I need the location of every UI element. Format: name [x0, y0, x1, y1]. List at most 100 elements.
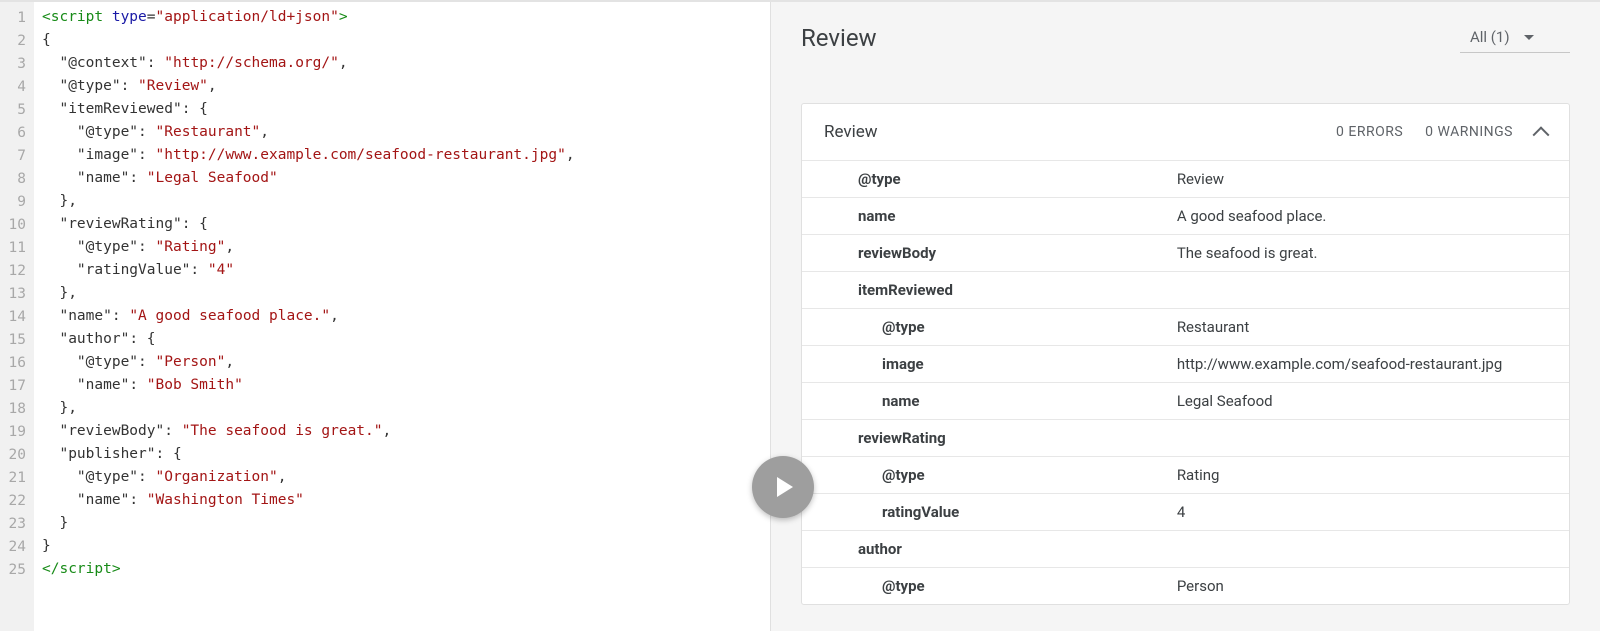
line-number: 24 — [0, 535, 34, 558]
line-number: 6 — [0, 121, 34, 144]
table-row[interactable]: @typeRestaurant — [802, 309, 1569, 346]
code-line: "@type": "Person", — [42, 351, 770, 374]
line-number: 8 — [0, 167, 34, 190]
code-line: "@context": "http://schema.org/", — [42, 52, 770, 75]
line-number-gutter: 1234567891011121314151617181920212223242… — [0, 2, 34, 631]
line-number: 20 — [0, 443, 34, 466]
line-number: 15 — [0, 328, 34, 351]
results-pane: Review All (1) Review 0 ERRORS 0 WARNING… — [770, 2, 1600, 631]
prop-value: Legal Seafood — [1155, 383, 1569, 420]
code-line: <script type="application/ld+json"> — [42, 6, 770, 29]
code-line: "name": "Washington Times" — [42, 489, 770, 512]
prop-value: Person — [1155, 568, 1569, 605]
line-number: 1 — [0, 6, 34, 29]
prop-value: A good seafood place. — [1155, 198, 1569, 235]
code-line: } — [42, 512, 770, 535]
line-number: 3 — [0, 52, 34, 75]
line-number: 13 — [0, 282, 34, 305]
code-line: "name": "A good seafood place.", — [42, 305, 770, 328]
code-line: "publisher": { — [42, 443, 770, 466]
card-title: Review — [824, 122, 878, 142]
table-row[interactable]: nameA good seafood place. — [802, 198, 1569, 235]
code-line: </script> — [42, 558, 770, 581]
code-line: "@type": "Review", — [42, 75, 770, 98]
prop-value: The seafood is great. — [1155, 235, 1569, 272]
code-line: }, — [42, 397, 770, 420]
prop-value — [1155, 531, 1569, 568]
prop-value — [1155, 272, 1569, 309]
errors-count: 0 ERRORS — [1336, 124, 1403, 140]
line-number: 23 — [0, 512, 34, 535]
line-number: 5 — [0, 98, 34, 121]
line-number: 18 — [0, 397, 34, 420]
results-filter-dropdown[interactable]: All (1) — [1460, 22, 1570, 53]
play-icon — [777, 477, 793, 497]
table-row[interactable]: ratingValue4 — [802, 494, 1569, 531]
line-number: 2 — [0, 29, 34, 52]
code-content[interactable]: <script type="application/ld+json">{ "@c… — [34, 2, 770, 631]
line-number: 25 — [0, 558, 34, 581]
table-row[interactable]: nameLegal Seafood — [802, 383, 1569, 420]
prop-key: author — [802, 531, 1155, 568]
prop-value — [1155, 420, 1569, 457]
table-row[interactable]: imagehttp://www.example.com/seafood-rest… — [802, 346, 1569, 383]
run-test-button[interactable] — [752, 456, 814, 518]
code-line: { — [42, 29, 770, 52]
code-line: }, — [42, 190, 770, 213]
table-row[interactable]: @typeReview — [802, 161, 1569, 198]
table-row[interactable]: reviewBodyThe seafood is great. — [802, 235, 1569, 272]
line-number: 12 — [0, 259, 34, 282]
line-number: 14 — [0, 305, 34, 328]
table-row[interactable]: @typeRating — [802, 457, 1569, 494]
results-title: Review — [801, 24, 877, 52]
code-line: "reviewRating": { — [42, 213, 770, 236]
code-line: "name": "Legal Seafood" — [42, 167, 770, 190]
prop-key: @type — [802, 161, 1155, 198]
line-number: 19 — [0, 420, 34, 443]
prop-key: itemReviewed — [802, 272, 1155, 309]
code-line: "itemReviewed": { — [42, 98, 770, 121]
line-number: 17 — [0, 374, 34, 397]
code-line: "@type": "Organization", — [42, 466, 770, 489]
prop-value: http://www.example.com/seafood-restauran… — [1155, 346, 1569, 383]
prop-key: name — [802, 198, 1155, 235]
property-table: @typeReviewnameA good seafood place.revi… — [802, 160, 1569, 604]
code-line: } — [42, 535, 770, 558]
line-number: 10 — [0, 213, 34, 236]
code-line: "@type": "Restaurant", — [42, 121, 770, 144]
code-line: "@type": "Rating", — [42, 236, 770, 259]
table-row[interactable]: author — [802, 531, 1569, 568]
line-number: 16 — [0, 351, 34, 374]
table-row[interactable]: reviewRating — [802, 420, 1569, 457]
code-line: "reviewBody": "The seafood is great.", — [42, 420, 770, 443]
card-stats: 0 ERRORS 0 WARNINGS — [1336, 124, 1547, 140]
result-card: Review 0 ERRORS 0 WARNINGS @typeReviewna… — [801, 103, 1570, 605]
result-card-header[interactable]: Review 0 ERRORS 0 WARNINGS — [802, 104, 1569, 160]
prop-key: @type — [802, 568, 1155, 605]
prop-key: reviewBody — [802, 235, 1155, 272]
prop-key: @type — [802, 309, 1155, 346]
line-number: 22 — [0, 489, 34, 512]
line-number: 7 — [0, 144, 34, 167]
chevron-up-icon — [1533, 126, 1550, 143]
code-line: "author": { — [42, 328, 770, 351]
prop-key: reviewRating — [802, 420, 1155, 457]
prop-value: Rating — [1155, 457, 1569, 494]
code-line: "ratingValue": "4" — [42, 259, 770, 282]
table-row[interactable]: itemReviewed — [802, 272, 1569, 309]
chevron-down-icon — [1524, 35, 1534, 40]
code-line: "image": "http://www.example.com/seafood… — [42, 144, 770, 167]
prop-value: 4 — [1155, 494, 1569, 531]
line-number: 9 — [0, 190, 34, 213]
line-number: 4 — [0, 75, 34, 98]
prop-key: image — [802, 346, 1155, 383]
line-number: 11 — [0, 236, 34, 259]
prop-key: ratingValue — [802, 494, 1155, 531]
prop-value: Restaurant — [1155, 309, 1569, 346]
prop-key: name — [802, 383, 1155, 420]
results-header: Review All (1) — [771, 2, 1600, 73]
warnings-count: 0 WARNINGS — [1425, 124, 1513, 140]
prop-value: Review — [1155, 161, 1569, 198]
filter-label: All (1) — [1470, 28, 1510, 46]
table-row[interactable]: @typePerson — [802, 568, 1569, 605]
